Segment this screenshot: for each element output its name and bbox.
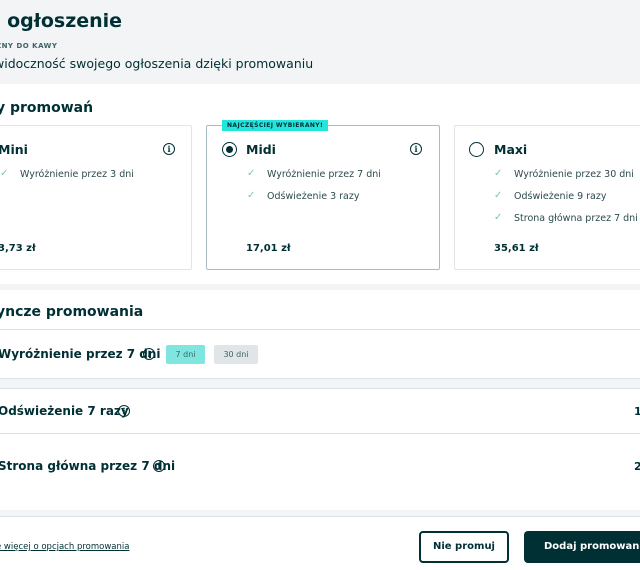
package-feature: Odświeżenie 9 razy xyxy=(514,191,607,202)
info-circle-icon[interactable]: i xyxy=(118,405,130,417)
listing-subtitle: ZNY DO KAWY xyxy=(0,42,58,50)
divider xyxy=(0,433,640,434)
no-promotion-button[interactable]: Nie promuj xyxy=(419,531,509,563)
check-icon: ✓ xyxy=(0,168,9,179)
info-circle-icon[interactable]: i xyxy=(143,348,155,360)
section-separator xyxy=(0,284,640,290)
radio-icon[interactable] xyxy=(222,142,237,157)
divider xyxy=(0,388,640,389)
learn-more-link[interactable]: e więcej o opcjach promowania xyxy=(0,542,129,552)
package-feature: Odświeżenie 3 razy xyxy=(267,191,360,202)
check-icon: ✓ xyxy=(247,168,256,179)
single-promotion-label: Wyróżnienie przez 7 dni xyxy=(0,347,161,361)
check-icon: ✓ xyxy=(494,168,503,179)
package-feature: Wyróżnienie przez 30 dni xyxy=(514,169,634,180)
info-circle-icon[interactable]: i xyxy=(163,143,175,155)
info-circle-icon[interactable]: i xyxy=(410,143,422,155)
page-title: j ogłoszenie xyxy=(0,10,123,32)
package-price: 3,73 zł xyxy=(0,243,36,254)
package-feature: Wyróżnienie przez 3 dni xyxy=(20,169,134,180)
package-name: Midi xyxy=(246,142,276,157)
single-promotion-label: Odświeżenie 7 razy xyxy=(0,404,129,418)
check-icon: ✓ xyxy=(494,212,503,223)
package-price: 35,61 zł xyxy=(494,243,539,254)
row-separator xyxy=(0,379,640,388)
single-promotion-price: 1( xyxy=(634,405,640,418)
check-icon: ✓ xyxy=(247,190,256,201)
packages-section-title: y promowań xyxy=(0,100,94,116)
single-promotions-title: yncze promowania xyxy=(0,304,144,320)
single-promotion-label: Strona główna przez 7 dni xyxy=(0,459,176,473)
duration-option-7-days[interactable]: 7 dni xyxy=(166,345,205,364)
package-price: 17,01 zł xyxy=(246,243,291,254)
most-chosen-badge: NAJCZĘŚCIEJ WYBIERANY! xyxy=(222,120,329,131)
divider xyxy=(0,329,640,330)
package-name: Mini xyxy=(0,142,28,157)
single-promotion-price: 2 xyxy=(634,460,640,473)
package-name: Maxi xyxy=(494,142,528,157)
info-circle-icon[interactable]: i xyxy=(153,460,165,472)
package-feature: Strona główna przez 7 dni xyxy=(514,213,638,224)
check-icon: ✓ xyxy=(494,190,503,201)
radio-icon[interactable] xyxy=(469,142,484,157)
package-feature: Wyróżnienie przez 7 dni xyxy=(267,169,381,180)
duration-option-30-days[interactable]: 30 dni xyxy=(214,345,258,364)
page-description: widoczność swojego ogłoszenia dzięki pro… xyxy=(0,56,314,71)
add-promotion-button[interactable]: Dodaj promowanie (17 xyxy=(524,531,640,563)
